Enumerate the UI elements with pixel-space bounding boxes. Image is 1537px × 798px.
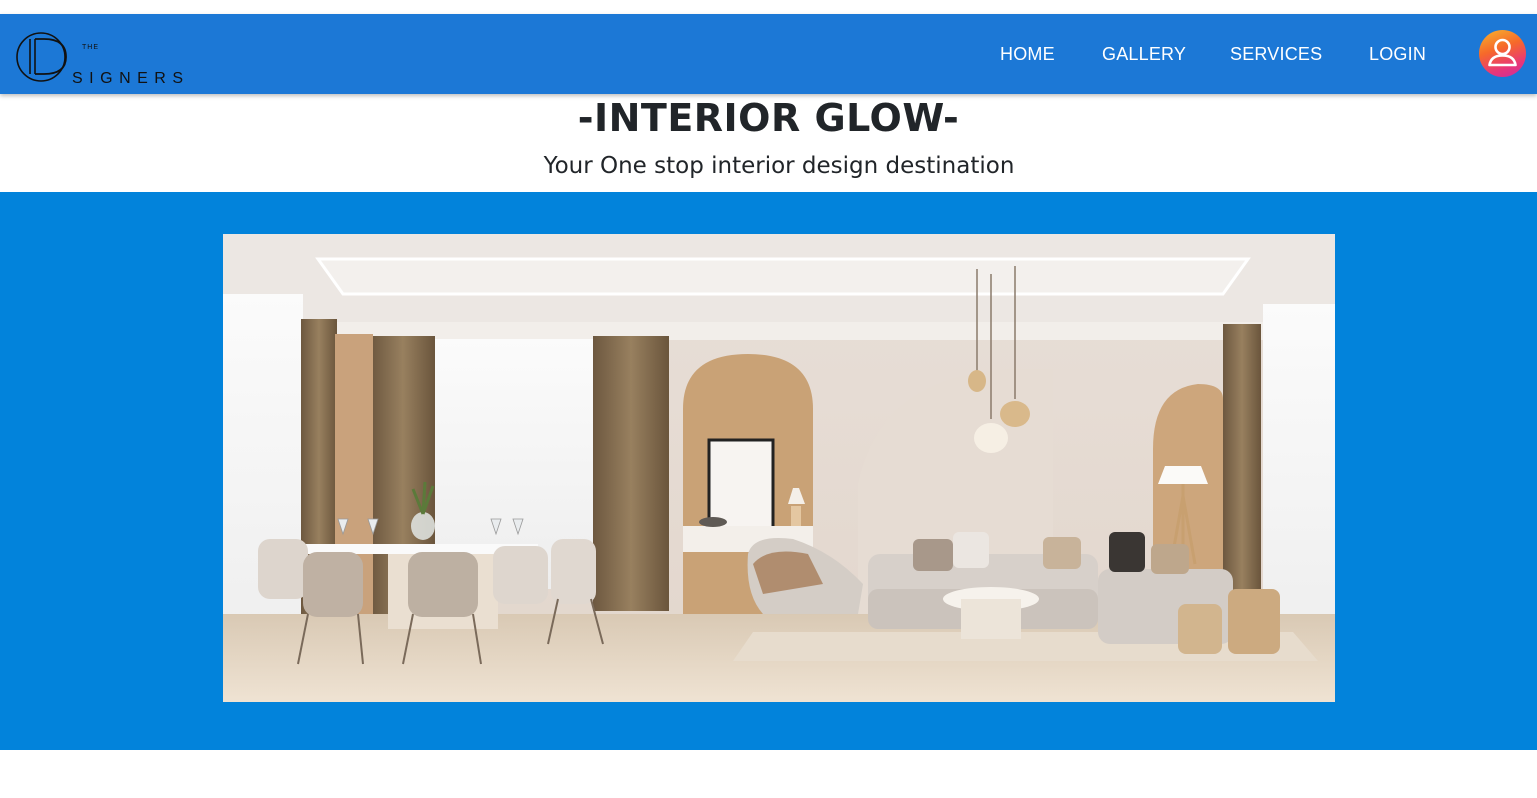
- nav-gallery-link[interactable]: GALLERY: [1102, 44, 1186, 65]
- top-strip: [0, 0, 1537, 14]
- interior-room-image: [223, 234, 1335, 702]
- designers-logo-mark: THE SIGNERS: [16, 32, 190, 84]
- user-icon: [1488, 38, 1517, 67]
- navbar: THE SIGNERS HOME GALLERY SERVICES LOGIN: [0, 14, 1537, 94]
- nav-home-link[interactable]: HOME: [1000, 44, 1055, 65]
- hero-title: -INTERIOR GLOW-: [577, 96, 960, 140]
- nav-services-link[interactable]: SERVICES: [1230, 44, 1322, 65]
- svg-text:SIGNERS: SIGNERS: [72, 70, 190, 84]
- brand-logo[interactable]: THE SIGNERS: [16, 30, 216, 84]
- svg-text:THE: THE: [82, 44, 99, 51]
- profile-avatar-button[interactable]: [1479, 30, 1526, 77]
- hero-subtitle: Your One stop interior design destinatio…: [543, 153, 1015, 179]
- nav-login-link[interactable]: LOGIN: [1369, 44, 1426, 65]
